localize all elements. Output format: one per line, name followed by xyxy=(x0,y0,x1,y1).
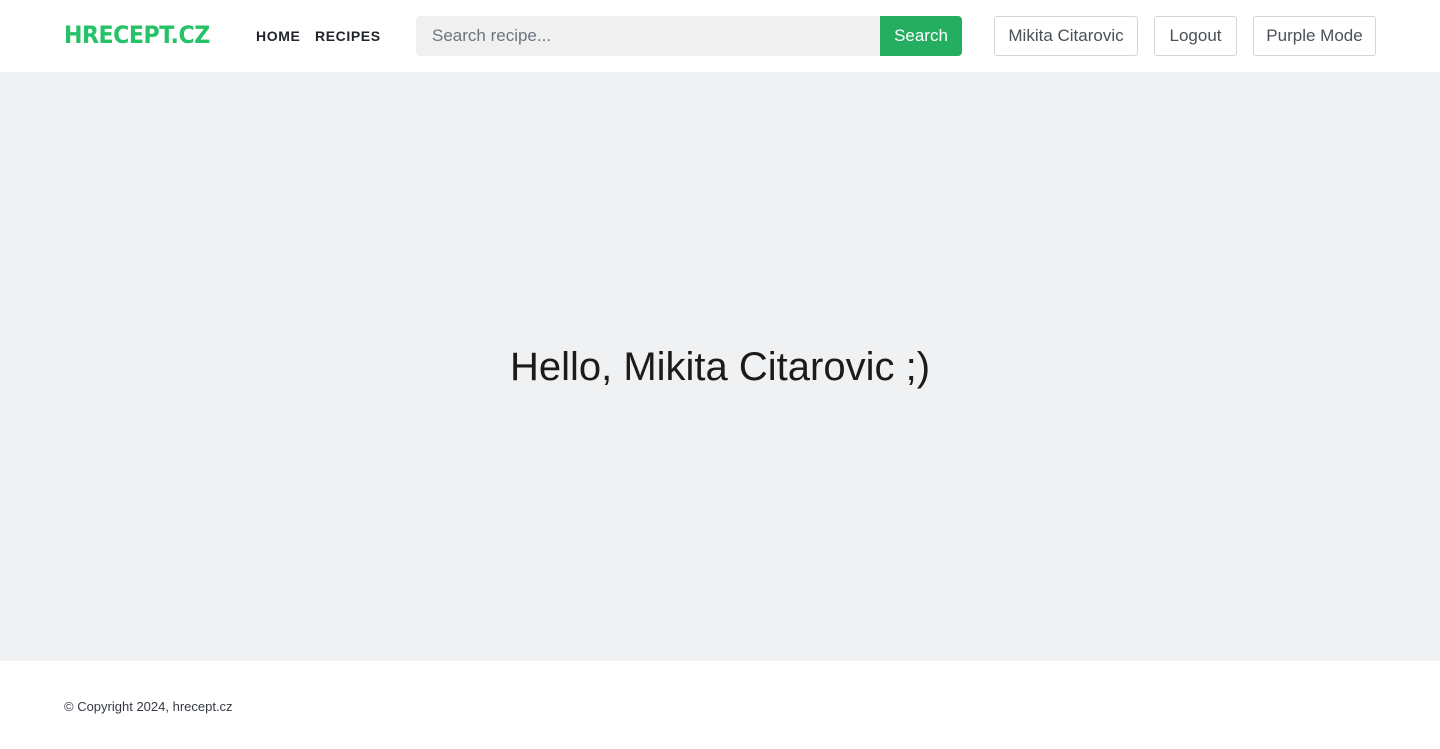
search-form: Search xyxy=(416,16,962,56)
greeting-heading: Hello, Mikita Citarovic ;) xyxy=(509,345,931,389)
main-content: Hello, Mikita Citarovic ;) xyxy=(0,72,1440,661)
user-profile-button[interactable]: Mikita Citarovic xyxy=(994,16,1138,56)
nav-link-home[interactable]: HOME xyxy=(256,27,300,45)
site-logo[interactable]: HRECEPT.CZ xyxy=(64,21,210,49)
search-input[interactable] xyxy=(416,16,880,56)
footer: © Copyright 2024, hrecept.cz xyxy=(0,661,1440,749)
purple-mode-button[interactable]: Purple Mode xyxy=(1253,16,1376,56)
navbar: HRECEPT.CZ HOME RECIPES Search Mikita Ci… xyxy=(0,0,1440,72)
search-button[interactable]: Search xyxy=(880,16,962,56)
logout-button[interactable]: Logout xyxy=(1154,16,1237,56)
nav-link-recipes[interactable]: RECIPES xyxy=(315,27,381,45)
copyright-text: © Copyright 2024, hrecept.cz xyxy=(64,699,233,714)
